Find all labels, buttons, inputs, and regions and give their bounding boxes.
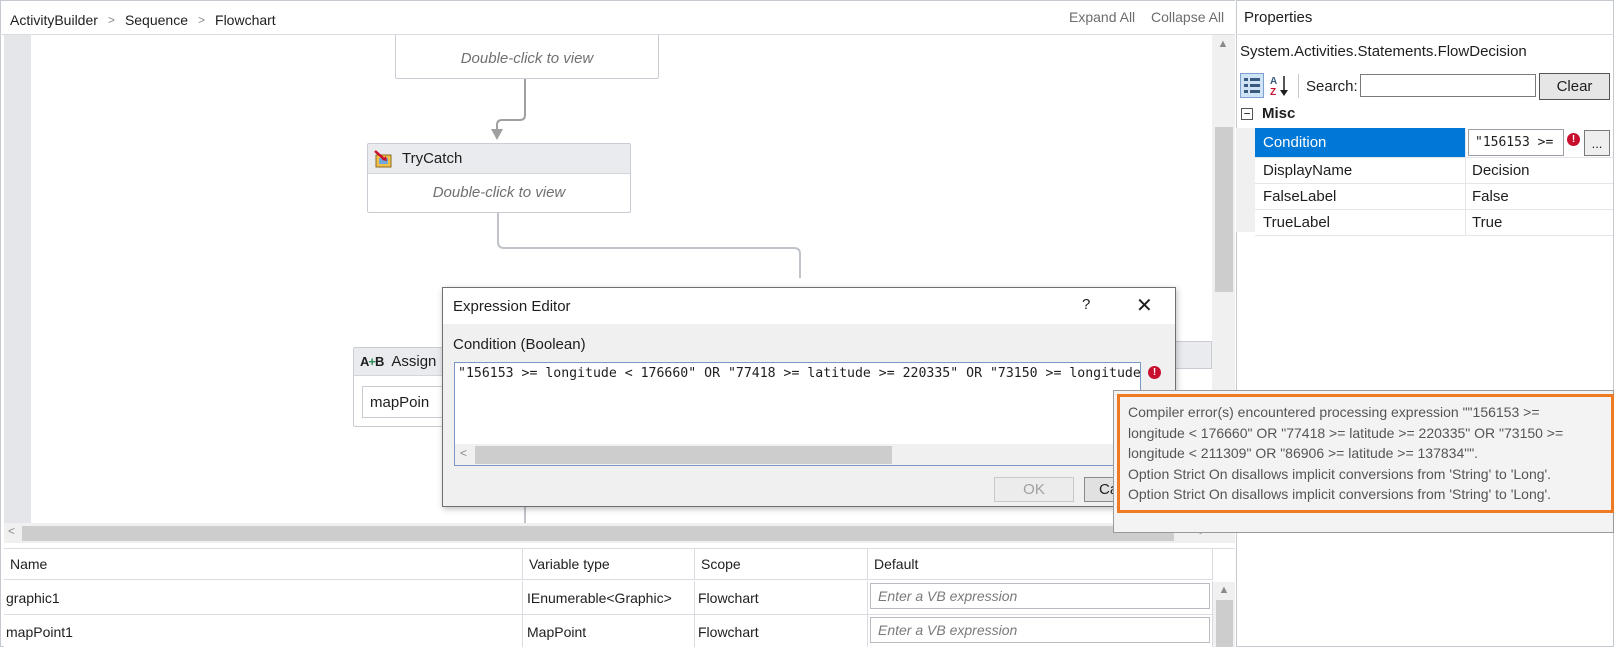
scroll-left-icon[interactable]: < [8,524,15,538]
variable-scope-cell[interactable]: Flowchart [695,615,868,647]
chevron-right-icon: > [107,13,115,27]
scrollbar-thumb[interactable] [475,446,892,464]
variable-type-cell[interactable]: MapPoint [523,615,695,647]
tooltip-line: longitude < 176660" OR "77418 >= latitud… [1128,424,1564,441]
tooltip-line: Option Strict On disallows implicit conv… [1128,486,1552,502]
property-grid-indent [1236,128,1255,232]
expression-text[interactable]: "156153 >= longitude < 176660" OR "77418… [458,366,1140,386]
property-name-truelabel[interactable]: TrueLabel [1255,210,1466,236]
collapse-icon[interactable]: − [1241,108,1253,120]
close-icon[interactable]: ✕ [1136,293,1153,317]
column-header-name[interactable]: Name [4,548,523,580]
open-expression-editor-button[interactable]: ... [1584,130,1610,156]
property-search-input[interactable] [1360,74,1536,97]
error-tooltip: Compiler error(s) encountered processing… [1117,394,1614,513]
breadcrumb: ActivityBuilder > Sequence > Flowchart [10,10,276,30]
scrollbar-thumb[interactable] [1215,127,1233,292]
property-value-displayname[interactable]: Decision [1466,158,1613,184]
double-click-hint: Double-click to view [432,184,566,201]
scrollbar-thumb[interactable] [22,526,1174,541]
activity-title: Assign [391,353,437,370]
properties-title: Properties [1244,9,1313,26]
trycatch-icon [374,149,392,167]
error-icon: ! [1148,366,1161,379]
scrollbar-thumb[interactable] [1216,600,1233,647]
column-header-default[interactable]: Default [868,548,1213,580]
variable-name-cell[interactable]: graphic1 [4,581,523,615]
column-header-scope[interactable]: Scope [695,548,868,580]
property-value-truelabel[interactable]: True [1466,210,1613,236]
activity-collapsed[interactable]: Double-click to view [395,35,659,79]
selected-type-name: System.Activities.Statements.FlowDecisio… [1240,43,1527,60]
scroll-up-icon[interactable]: ▲ [1215,584,1233,596]
categorized-icon [1244,78,1260,93]
variable-scope-cell[interactable]: Flowchart [695,581,868,615]
properties-divider [1236,34,1614,35]
default-expression-input[interactable]: Enter a VB expression [870,617,1210,643]
category-misc: Misc [1262,105,1296,122]
tooltip-line: longitude < 211309" OR "86906 >= latitud… [1128,445,1479,461]
toolbar-separator [1298,74,1299,98]
activity-title-bar: TryCatch [368,144,630,174]
property-name-condition[interactable]: Condition [1255,128,1466,158]
variable-name-cell[interactable]: mapPoint1 [4,615,523,647]
connector-line [497,213,801,278]
property-name-falselabel[interactable]: FalseLabel [1255,184,1466,210]
svg-text:A: A [1270,76,1277,87]
collapse-all-link[interactable]: Collapse All [1151,9,1224,25]
tooltip-line: Compiler error(s) encountered processing… [1128,404,1540,420]
expression-label: Condition (Boolean) [453,336,586,353]
double-click-hint: Double-click to view [460,50,594,67]
column-header-variable-type[interactable]: Variable type [523,548,695,580]
clear-button[interactable]: Clear [1539,73,1610,100]
error-icon: ! [1567,133,1580,146]
scroll-up-icon[interactable]: ▲ [1213,38,1233,54]
arrow-head-icon [491,129,503,140]
svg-text:Z: Z [1270,87,1276,98]
ok-button[interactable]: OK [994,477,1074,502]
sort-az-icon: A Z [1270,76,1288,98]
property-name-displayname[interactable]: DisplayName [1255,158,1466,184]
default-expression-input[interactable]: Enter a VB expression [870,583,1210,609]
variable-type-cell[interactable]: IEnumerable<Graphic> [523,581,695,615]
breadcrumb-item-sequence[interactable]: Sequence [125,12,188,28]
connector-line [496,77,526,130]
property-value-falselabel[interactable]: False [1466,184,1613,210]
alphabetical-view-button[interactable]: A Z [1268,73,1292,98]
help-button[interactable]: ? [1082,296,1090,313]
search-label: Search: [1306,78,1358,95]
tooltip-line: Option Strict On disallows implicit conv… [1128,465,1552,482]
activity-title: TryCatch [402,150,463,167]
activity-trycatch[interactable]: TryCatch Double-click to view [367,143,631,213]
chevron-right-icon: > [198,13,206,27]
expand-all-link[interactable]: Expand All [1069,9,1135,25]
categorized-view-button[interactable] [1240,73,1264,98]
dialog-title: Expression Editor [453,298,571,315]
condition-value-input[interactable]: "156153 >= [1468,129,1564,156]
assign-icon: A+B [360,354,384,369]
scroll-left-icon[interactable]: < [460,446,467,460]
breadcrumb-item-activitybuilder[interactable]: ActivityBuilder [10,12,98,28]
breadcrumb-item-flowchart[interactable]: Flowchart [215,12,276,28]
